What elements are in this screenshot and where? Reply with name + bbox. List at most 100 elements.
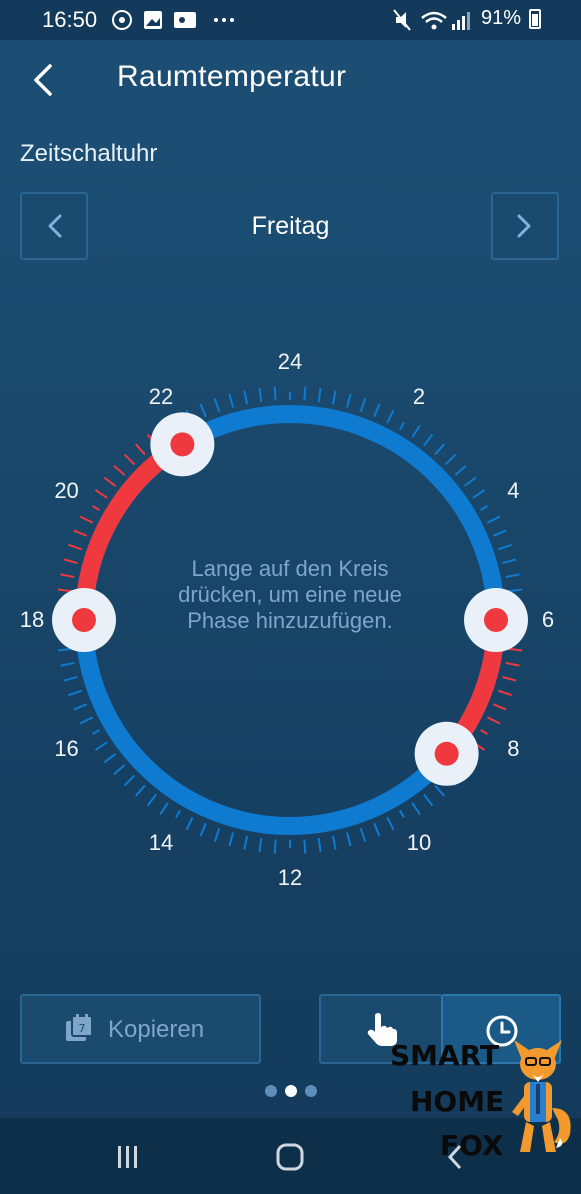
dial-tick (228, 393, 235, 408)
phase-handle[interactable] (414, 721, 479, 786)
hour-label: 22 (148, 383, 174, 409)
dial-tick (103, 476, 117, 487)
home-button[interactable] (268, 1138, 312, 1176)
dial-tick (79, 515, 94, 524)
dial-tick (331, 390, 337, 405)
wifi-icon (421, 11, 447, 30)
hour-label: 14 (148, 830, 174, 856)
watermark-line-3: FOX (440, 1129, 504, 1162)
app-bar: Raumtemperatur (0, 40, 581, 118)
next-day-button[interactable] (491, 192, 559, 260)
notification-icon (174, 12, 196, 28)
dial-hint: Lange auf den Kreis drücken, um eine neu… (178, 556, 402, 633)
dial-tick (63, 558, 78, 565)
dial-tick (373, 822, 381, 837)
dial-tick (258, 837, 263, 853)
dial-tick (57, 647, 73, 652)
dial-tick (258, 387, 263, 403)
dial-tick (273, 839, 277, 854)
dial-tick (434, 784, 446, 797)
dial-tick (213, 828, 221, 842)
hour-label: 16 (54, 736, 79, 761)
dial-tick (331, 835, 337, 850)
dial-tick (175, 810, 181, 818)
home-icon (276, 1143, 304, 1171)
dial-tick (199, 403, 207, 418)
dial-tick (317, 387, 322, 403)
dial-tick (68, 689, 82, 697)
dial-tick (498, 543, 512, 551)
phase-handle[interactable] (150, 412, 215, 477)
dial-tick (103, 753, 117, 764)
dial-tick (492, 529, 507, 537)
dial-tick (68, 543, 82, 551)
dial-tick (434, 443, 446, 456)
gallery-icon (144, 11, 162, 29)
page-dot (304, 1085, 317, 1097)
dial-tick (73, 703, 88, 711)
hour-label: 12 (277, 865, 303, 890)
dial-tick (185, 816, 194, 831)
dial-tick (423, 793, 434, 807)
dial-tick (123, 453, 136, 466)
copy-label: Kopieren (108, 1016, 205, 1043)
dial-tick (213, 398, 221, 412)
chevron-right-icon (517, 214, 531, 238)
dial-tick (94, 489, 108, 499)
battery-percent: 91% (480, 7, 521, 29)
fox-mascot-icon (512, 1040, 571, 1152)
dial-tick (60, 573, 75, 579)
dial-tick (486, 515, 501, 524)
dial-tick (243, 835, 249, 850)
dial-tick (423, 433, 434, 447)
dial-tick (243, 390, 249, 405)
dial-tick (386, 409, 395, 424)
page-dot (264, 1085, 277, 1097)
phase-handle[interactable] (464, 588, 528, 652)
dial-tick (463, 476, 477, 487)
recents-button[interactable] (104, 1140, 152, 1174)
signal-icon (452, 12, 470, 30)
dial-tick (359, 398, 367, 412)
watermark-line-1: SMART (390, 1039, 500, 1072)
dial-tick (454, 464, 467, 476)
dial-tick (411, 424, 421, 438)
smart-home-fox-watermark: SMART HOME FOX (382, 1036, 581, 1186)
dial-tick (228, 832, 235, 847)
dial-tick (502, 675, 517, 682)
whatsapp-icon (112, 10, 132, 30)
hour-label: 18 (19, 607, 45, 632)
back-arrow-icon (34, 64, 52, 96)
dial-tick (507, 588, 523, 593)
dial-tick (411, 802, 421, 816)
recents-icon (118, 1146, 137, 1168)
hour-label: 2 (412, 383, 426, 409)
dial-tick (345, 393, 352, 408)
phase-handle[interactable] (52, 588, 116, 652)
dial-tick (303, 386, 307, 401)
dial-tick (113, 764, 126, 776)
back-button[interactable] (22, 58, 66, 102)
svg-text:7: 7 (79, 1022, 86, 1035)
hour-label: 6 (541, 607, 555, 632)
more-icon (214, 18, 234, 22)
dial-tick (502, 558, 517, 565)
dial-tick (317, 837, 322, 853)
dial-tick (303, 839, 307, 854)
hour-label: 4 (507, 478, 520, 503)
dial-tick (505, 661, 520, 667)
dial-tick (399, 422, 405, 430)
dial-tick (492, 703, 507, 711)
calendar-copy-icon: 7 (66, 1014, 93, 1041)
dial-tick (146, 793, 157, 807)
dial-tick (444, 453, 457, 466)
copy-button[interactable]: 7 Kopieren (20, 994, 261, 1064)
status-time: 16:50 (42, 7, 98, 32)
battery-icon (529, 9, 541, 29)
watermark-line-2: HOME (410, 1085, 505, 1118)
hour-label: 10 (406, 830, 432, 856)
dial-tick (134, 784, 146, 797)
dial-tick (480, 505, 488, 511)
dial-tick (79, 716, 94, 725)
status-system-icons (393, 9, 470, 31)
